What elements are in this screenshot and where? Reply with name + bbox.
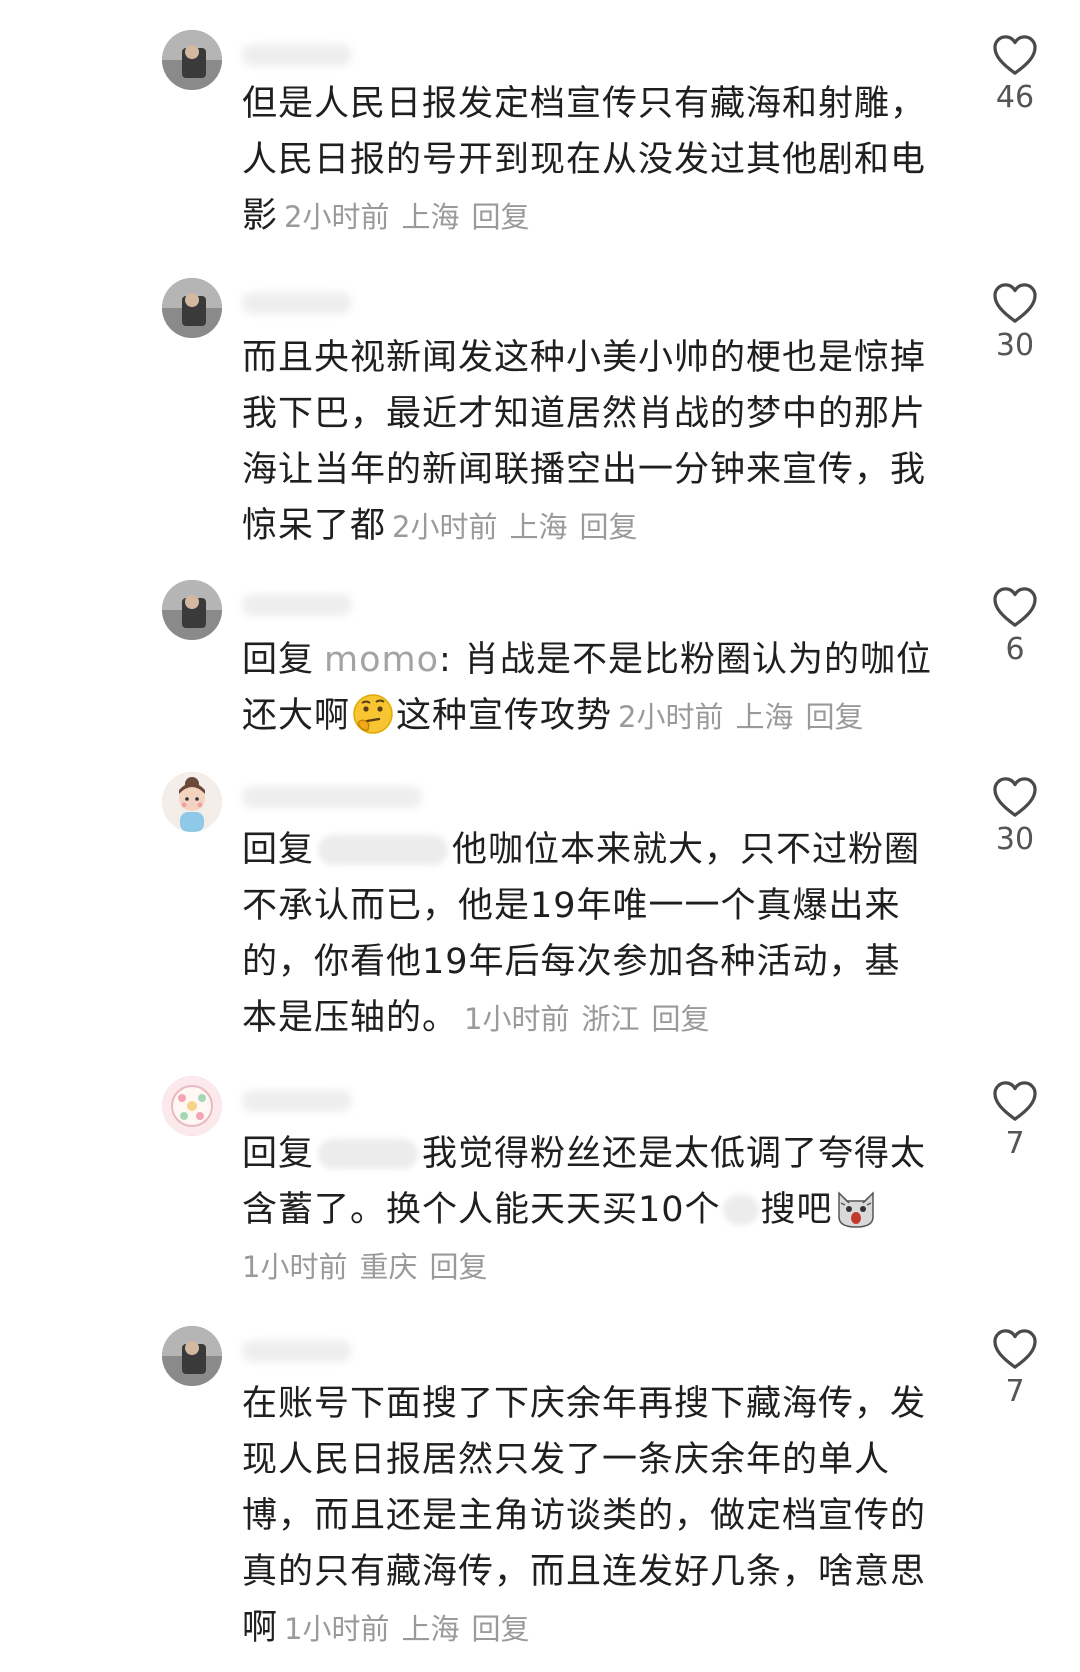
reply-button[interactable]: 回复 [429, 1250, 487, 1284]
shocked-cat-emoji-icon [837, 1191, 874, 1228]
reply-prefix: 回复 [242, 830, 315, 870]
comment-meta: 1小时前 浙江 回复 [464, 1002, 721, 1036]
comment-body-continued: 搜吧 [760, 1190, 833, 1230]
like-count: 30 [995, 328, 1035, 363]
like-control[interactable]: 6 [980, 586, 1050, 667]
comment-time: 1小时前 [284, 1612, 390, 1646]
avatar[interactable] [162, 278, 222, 338]
username-redacted[interactable] [242, 292, 352, 314]
like-control[interactable]: 7 [980, 1080, 1050, 1161]
comment-location: 重庆 [359, 1250, 418, 1284]
like-count: 7 [1005, 1374, 1025, 1409]
reply-target-username[interactable]: momo [324, 640, 439, 680]
comment-time: 2小时前 [618, 700, 724, 734]
comment-location: 上海 [401, 1612, 460, 1646]
comment-location: 浙江 [581, 1002, 640, 1036]
username-redacted[interactable] [242, 594, 352, 616]
heart-outline-icon[interactable] [992, 1080, 1038, 1122]
heart-outline-icon[interactable] [992, 776, 1038, 818]
comment-meta: 2小时前 上海 回复 [618, 700, 875, 734]
comment-text: 在账号下面搜了下庆余年再搜下藏海传，发现人民日报居然只发了一条庆余年的单人博，而… [242, 1376, 932, 1657]
avatar[interactable] [162, 580, 222, 640]
reply-prefix: 回复 [242, 640, 315, 680]
username-redacted[interactable] [242, 1090, 352, 1112]
heart-outline-icon[interactable] [992, 586, 1038, 628]
heart-outline-icon[interactable] [992, 1328, 1038, 1370]
comment-time: 1小时前 [242, 1250, 348, 1284]
comment-meta: 1小时前 重庆 回复 [242, 1250, 499, 1284]
avatar[interactable] [162, 1326, 222, 1386]
thinking-face-emoji-icon [353, 694, 393, 734]
like-count: 6 [1005, 632, 1025, 667]
comment-body-continued: 这种宣传攻势 [396, 696, 613, 736]
comment-meta: 2小时前 上海 回复 [284, 200, 541, 234]
reply-prefix: 回复 [242, 1134, 315, 1174]
heart-outline-icon[interactable] [992, 282, 1038, 324]
like-count: 7 [1005, 1126, 1025, 1161]
username-redacted[interactable] [242, 1340, 352, 1362]
comment-time: 2小时前 [284, 200, 390, 234]
reply-button[interactable]: 回复 [579, 510, 637, 544]
like-control[interactable]: 30 [980, 282, 1050, 363]
username-redacted[interactable] [242, 786, 422, 808]
comment-location: 上海 [509, 510, 568, 544]
heart-outline-icon[interactable] [992, 34, 1038, 76]
comment-location: 上海 [401, 200, 460, 234]
comment-text: 回复 我觉得粉丝还是太低调了夸得太含蓄了。换个人能天天买10个 搜吧 1小时前 重庆回… [242, 1126, 932, 1295]
reply-button[interactable]: 回复 [471, 1612, 529, 1646]
avatar[interactable] [162, 772, 222, 832]
like-control[interactable]: 46 [980, 34, 1050, 115]
avatar[interactable] [162, 30, 222, 90]
reply-target-redacted[interactable] [318, 835, 449, 865]
redacted-word [722, 1195, 759, 1225]
reply-button[interactable]: 回复 [471, 200, 529, 234]
comment-text: 但是人民日报发定档宣传只有藏海和射雕，人民日报的号开到现在从没发过其他剧和电影 2… [242, 76, 932, 245]
comment-location: 上海 [735, 700, 794, 734]
comment-body: 在账号下面搜了下庆余年再搜下藏海传，发现人民日报居然只发了一条庆余年的单人博，而… [242, 1384, 927, 1648]
like-count: 30 [995, 822, 1035, 857]
reply-target-redacted[interactable] [318, 1139, 419, 1169]
like-control[interactable]: 30 [980, 776, 1050, 857]
comment-time: 2小时前 [392, 510, 498, 544]
reply-button[interactable]: 回复 [806, 700, 864, 734]
comment-text: 回复 momo: 肖战是不是比粉圈认为的咖位还大啊 这种宣传攻势 2小时前 上海 回复 [242, 632, 932, 745]
comment-text: 回复 他咖位本来就大，只不过粉圈不承认而已，他是19年唯一一个真爆出来的，你看他1… [242, 822, 932, 1047]
username-redacted[interactable] [242, 44, 352, 66]
like-control[interactable]: 7 [980, 1328, 1050, 1409]
comment-meta: 2小时前 上海 回复 [392, 510, 649, 544]
like-count: 46 [995, 80, 1035, 115]
comment-text: 而且央视新闻发这种小美小帅的梗也是惊掉我下巴，最近才知道居然肖战的梦中的那片海让… [242, 330, 932, 555]
reply-button[interactable]: 回复 [651, 1002, 709, 1036]
comment-meta: 1小时前 上海 回复 [284, 1612, 541, 1646]
comment-time: 1小时前 [464, 1002, 570, 1036]
avatar[interactable] [162, 1076, 222, 1136]
